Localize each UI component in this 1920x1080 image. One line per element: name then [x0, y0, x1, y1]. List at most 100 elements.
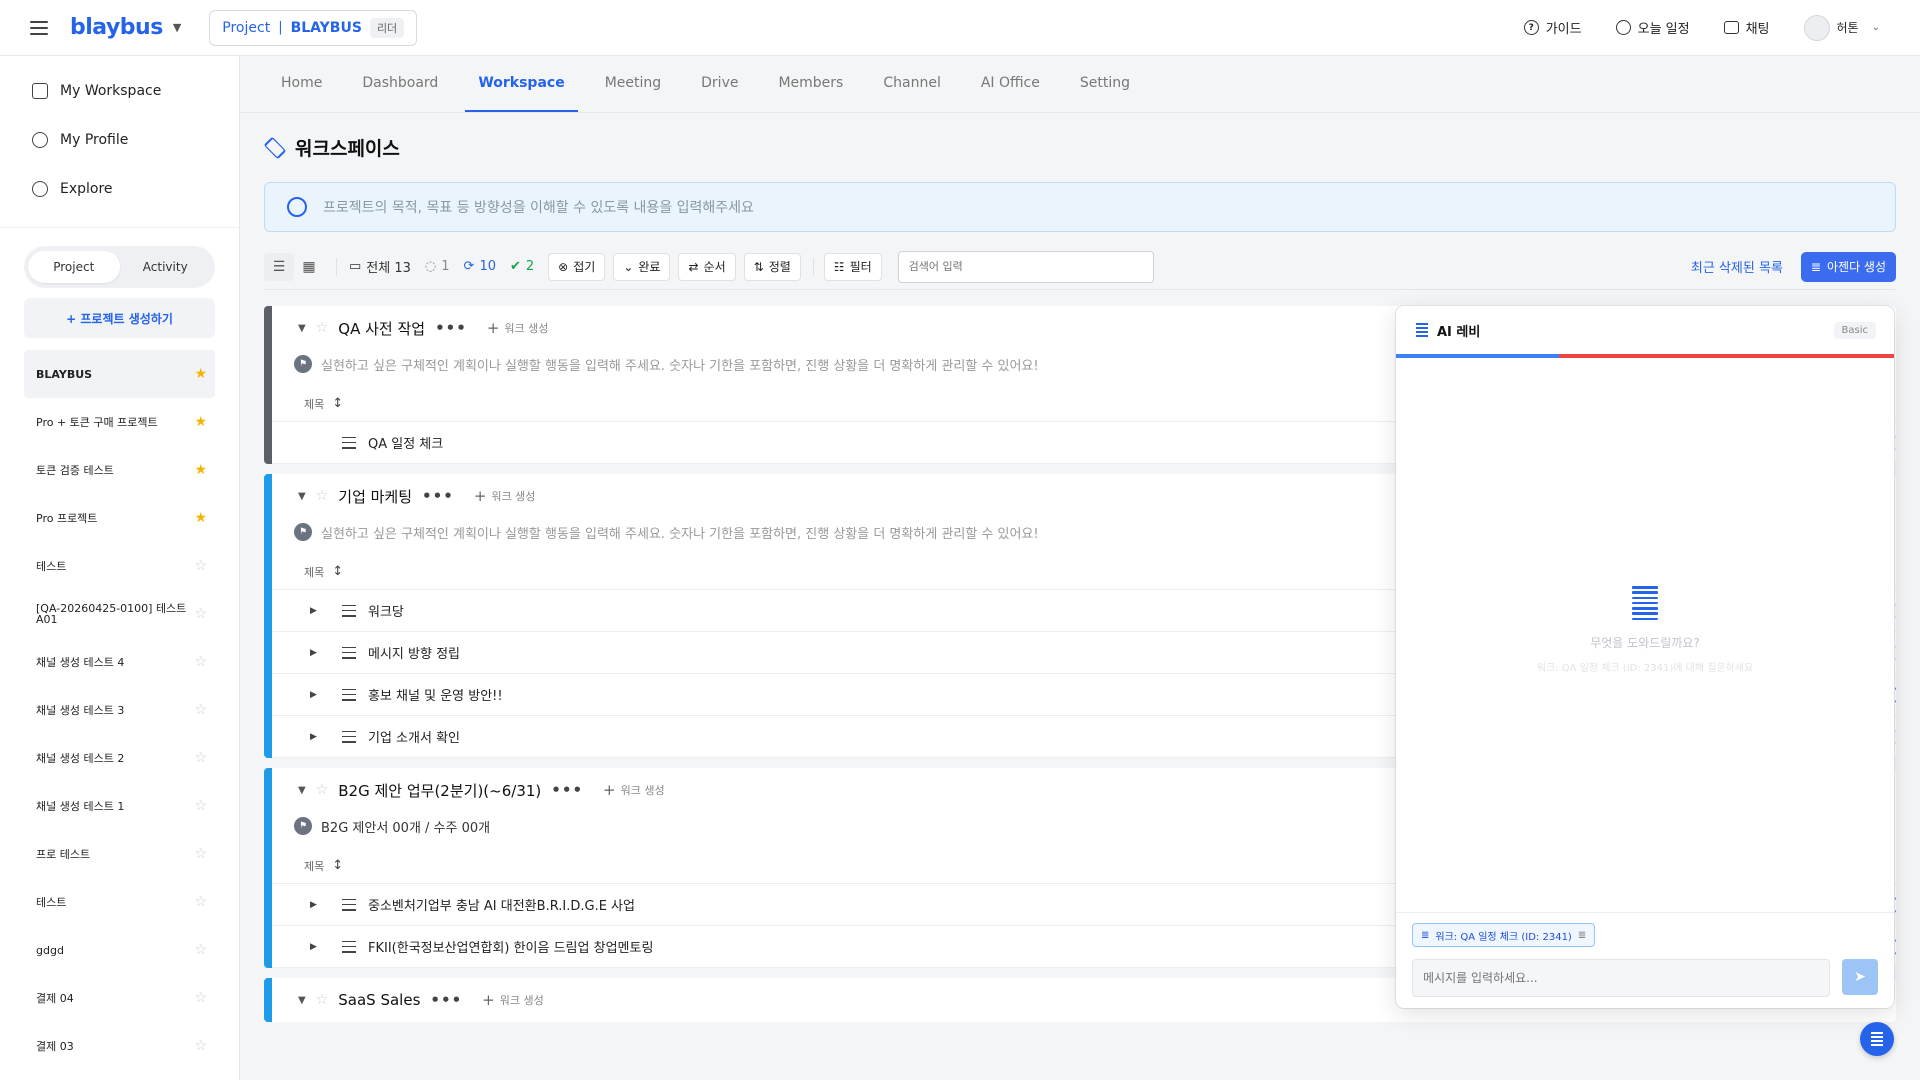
- star-icon[interactable]: ★: [194, 366, 207, 382]
- sidebar-project-item[interactable]: 테스트 ☆: [24, 878, 215, 926]
- sidebar-project-item[interactable]: 채널 생성 테스트 1 ☆: [24, 782, 215, 830]
- todo-count[interactable]: ◌ 1: [425, 259, 450, 274]
- chevron-down-icon[interactable]: ▼: [173, 21, 181, 34]
- sidebar-project-item[interactable]: Pro 프로젝트 ★: [24, 494, 215, 542]
- nav-explore[interactable]: Explore: [0, 164, 239, 213]
- total-count[interactable]: ▭ 전체 13: [349, 257, 411, 276]
- complete-button[interactable]: ⌄ 완료: [613, 252, 671, 281]
- progress-count[interactable]: ⟳ 10: [464, 259, 496, 274]
- add-work-button[interactable]: + 워크 생성: [487, 319, 549, 337]
- star-icon[interactable]: ☆: [194, 798, 207, 814]
- search-input[interactable]: [897, 250, 1154, 283]
- tab-dashboard[interactable]: Dashboard: [349, 55, 451, 112]
- ai-toggle-button[interactable]: [1860, 1022, 1894, 1056]
- star-icon[interactable]: ★: [194, 510, 207, 526]
- more-icon[interactable]: •••: [422, 487, 454, 505]
- create-project-button[interactable]: + 프로젝트 생성하기: [24, 298, 215, 338]
- tab-members[interactable]: Members: [765, 55, 856, 112]
- more-icon[interactable]: •••: [551, 781, 583, 799]
- star-icon[interactable]: ☆: [194, 894, 207, 910]
- star-icon[interactable]: ☆: [194, 654, 207, 670]
- collapse-caret-icon[interactable]: ▼: [298, 995, 306, 1006]
- sidebar-project-item[interactable]: 채널 생성 테스트 4 ☆: [24, 638, 215, 686]
- nav-my-workspace[interactable]: My Workspace: [0, 66, 239, 115]
- project-selector[interactable]: Project | BLAYBUS 리더: [209, 9, 418, 46]
- recent-deleted-link[interactable]: 최근 삭제된 목록: [1691, 257, 1783, 276]
- tab-ai-office[interactable]: AI Office: [968, 55, 1053, 112]
- sort-icon[interactable]: ↕: [332, 858, 343, 873]
- ai-message-input[interactable]: [1412, 959, 1830, 997]
- more-icon[interactable]: •••: [430, 991, 462, 1009]
- tab-drive[interactable]: Drive: [688, 55, 751, 112]
- list-view-icon[interactable]: ☰: [264, 252, 294, 281]
- star-icon[interactable]: ☆: [194, 942, 207, 958]
- collapse-caret-icon[interactable]: ▼: [298, 491, 306, 502]
- expand-caret-icon[interactable]: ▶: [310, 606, 330, 616]
- collapse-caret-icon[interactable]: ▼: [298, 785, 306, 796]
- star-icon[interactable]: ☆: [194, 990, 207, 1006]
- tab-setting[interactable]: Setting: [1067, 55, 1143, 112]
- send-button[interactable]: ➤: [1842, 959, 1878, 995]
- sort-icon[interactable]: ↕: [332, 396, 343, 411]
- more-icon[interactable]: •••: [435, 319, 467, 337]
- guide-link[interactable]: ? 가이드: [1523, 18, 1582, 37]
- sidebar-project-item[interactable]: 결제 04 ☆: [24, 974, 215, 1022]
- context-chip[interactable]: ≣ 워크: QA 일정 체크 (ID: 2341) ≣: [1412, 923, 1596, 947]
- sidebar-project-item[interactable]: BLAYBUS ★: [24, 350, 215, 398]
- sidebar-project-item[interactable]: 테스트 ☆: [24, 542, 215, 590]
- group-title[interactable]: QA 사전 작업: [338, 318, 425, 339]
- order-button[interactable]: ⇄ 순서: [678, 252, 736, 281]
- sort-button[interactable]: ⇅ 정렬: [743, 252, 801, 281]
- add-work-button[interactable]: + 워크 생성: [482, 991, 544, 1009]
- create-agenda-button[interactable]: ≣ 아젠다 생성: [1800, 251, 1896, 282]
- grid-view-icon[interactable]: ▦: [294, 253, 324, 281]
- group-title[interactable]: B2G 제안 업무(2분기)(~6/31): [338, 780, 541, 801]
- sidebar-project-item[interactable]: 결제 03 ☆: [24, 1022, 215, 1070]
- sidebar-project-item[interactable]: 채널 생성 테스트 3 ☆: [24, 686, 215, 734]
- app-logo[interactable]: blaybus: [70, 15, 163, 40]
- goal-input[interactable]: 프로젝트의 목적, 목표 등 방향성을 이해할 수 있도록 내용을 입력해주세요: [264, 182, 1896, 232]
- expand-caret-icon[interactable]: ▶: [310, 942, 330, 952]
- collapse-caret-icon[interactable]: ▼: [298, 323, 306, 334]
- user-menu[interactable]: 허톤 ⌄: [1803, 14, 1880, 41]
- chat-link[interactable]: 채팅: [1723, 18, 1770, 37]
- star-icon[interactable]: ☆: [194, 846, 207, 862]
- segment-activity[interactable]: Activity: [120, 251, 212, 283]
- filter-button[interactable]: ☷ 필터: [823, 252, 882, 281]
- tab-meeting[interactable]: Meeting: [592, 55, 674, 112]
- group-title[interactable]: SaaS Sales: [338, 991, 420, 1009]
- nav-my-profile[interactable]: My Profile: [0, 115, 239, 164]
- star-icon[interactable]: ☆: [194, 558, 207, 574]
- expand-caret-icon[interactable]: ▶: [310, 900, 330, 910]
- expand-caret-icon[interactable]: ▶: [310, 648, 330, 658]
- expand-caret-icon[interactable]: ▶: [310, 690, 330, 700]
- star-icon[interactable]: ☆: [194, 702, 207, 718]
- sort-icon[interactable]: ↕: [332, 564, 343, 579]
- sidebar-project-item[interactable]: [QA-20260425-0100] 테스트 A01 ☆: [24, 590, 215, 638]
- expand-caret-icon[interactable]: ▶: [310, 732, 330, 742]
- sidebar-project-item[interactable]: 프로 테스트 ☆: [24, 830, 215, 878]
- star-icon[interactable]: ☆: [194, 750, 207, 766]
- star-icon[interactable]: ☆: [194, 1038, 207, 1054]
- sidebar-project-item[interactable]: Pro + 토큰 구매 프로젝트 ★: [24, 398, 215, 446]
- group-title[interactable]: 기업 마케팅: [338, 486, 412, 507]
- star-icon[interactable]: ☆: [194, 606, 207, 622]
- star-icon[interactable]: ☆: [316, 488, 329, 504]
- tab-channel[interactable]: Channel: [870, 55, 953, 112]
- add-work-button[interactable]: + 워크 생성: [474, 487, 536, 505]
- tab-home[interactable]: Home: [268, 55, 335, 112]
- star-icon[interactable]: ☆: [316, 992, 329, 1008]
- today-schedule-link[interactable]: 오늘 일정: [1615, 18, 1690, 37]
- star-icon[interactable]: ☆: [316, 320, 329, 336]
- segment-project[interactable]: Project: [28, 251, 120, 283]
- tab-workspace[interactable]: Workspace: [465, 55, 578, 112]
- sidebar-project-item[interactable]: 토큰 검증 테스트 ★: [24, 446, 215, 494]
- sidebar-project-item[interactable]: gdgd ☆: [24, 926, 215, 974]
- star-icon[interactable]: ☆: [316, 782, 329, 798]
- collapse-button[interactable]: ⊗ 접기: [548, 252, 606, 281]
- add-work-button[interactable]: + 워크 생성: [603, 781, 665, 799]
- menu-icon[interactable]: [30, 20, 48, 35]
- star-icon[interactable]: ★: [194, 462, 207, 478]
- done-count[interactable]: ✔ 2: [510, 259, 534, 274]
- sidebar-project-item[interactable]: 채널 생성 테스트 2 ☆: [24, 734, 215, 782]
